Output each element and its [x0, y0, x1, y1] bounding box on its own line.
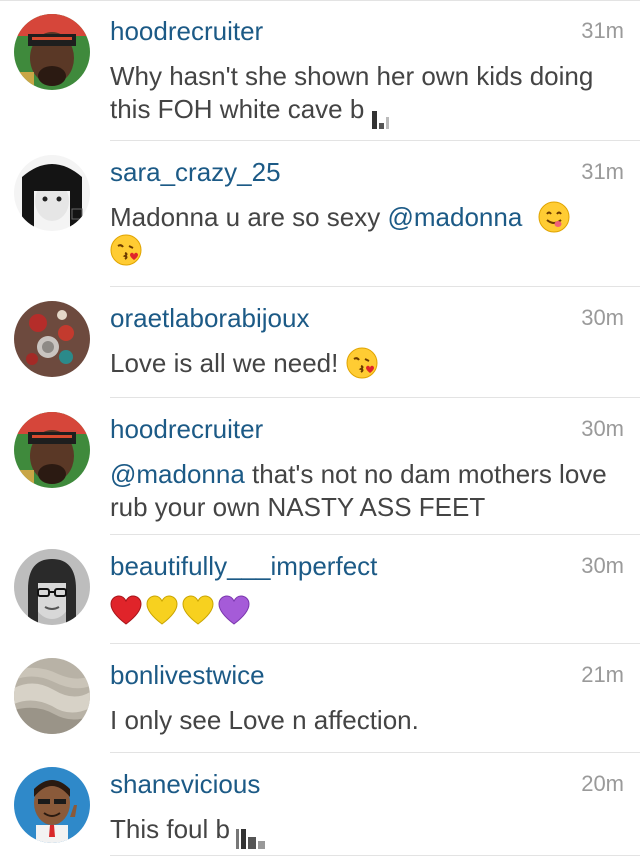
comment-item: shanevicious 20m This foul b	[0, 753, 640, 856]
timestamp: 31m	[581, 18, 624, 43]
comment-text: Love is all we need!	[110, 347, 620, 380]
comment-text: Why hasn't she shown her own kids doing …	[110, 60, 620, 129]
comment-text: Madonna u are so sexy @madonna	[110, 201, 620, 267]
avatar[interactable]	[14, 301, 90, 377]
yellow-heart-emoji	[146, 595, 178, 627]
comment-text	[110, 595, 620, 628]
username-link[interactable]: hoodrecruiter	[110, 412, 263, 446]
username-link[interactable]: sara_crazy_25	[110, 155, 281, 189]
comment-item: oraetlaborabijoux 30m Love is all we nee…	[0, 287, 640, 398]
comment-text: @madonna that's not no dam mothers love …	[110, 458, 620, 524]
comment-item: bonlivestwice 21m I only see Love n affe…	[0, 644, 640, 753]
comment-text: I only see Love n affection.	[110, 704, 620, 737]
username-link[interactable]: bonlivestwice	[110, 658, 265, 692]
avatar[interactable]	[14, 658, 90, 734]
avatar[interactable]	[14, 14, 90, 90]
username-link[interactable]: beautifully___imperfect	[110, 549, 377, 583]
username-link[interactable]: shanevicious	[110, 767, 260, 801]
comment-body: Why hasn't she shown her own kids doing …	[110, 61, 594, 124]
timestamp: 30m	[581, 553, 624, 578]
timestamp: 21m	[581, 662, 624, 687]
comment-body: Madonna u are so sexy	[110, 202, 388, 232]
comment-body: I only see Love n affection.	[110, 705, 419, 735]
avatar[interactable]	[14, 767, 90, 843]
avatar[interactable]	[14, 549, 90, 625]
username-link[interactable]: oraetlaborabijoux	[110, 301, 309, 335]
username-link[interactable]: hoodrecruiter	[110, 14, 263, 48]
comment-item: hoodrecruiter 30m @madonna that's not no…	[0, 398, 640, 535]
red-heart-emoji	[110, 595, 142, 627]
kiss-face-emoji	[346, 347, 378, 379]
timestamp: 20m	[581, 771, 624, 796]
comment-text: This foul b	[110, 813, 620, 849]
purple-heart-emoji	[218, 595, 250, 627]
mention-link[interactable]: @madonna	[388, 202, 523, 232]
comment-body: This foul b	[110, 814, 230, 844]
avatar[interactable]	[14, 155, 90, 231]
comment-item: beautifully___imperfect 30m	[0, 535, 640, 644]
censored-pixels	[372, 96, 391, 129]
censored-pixels	[235, 816, 267, 849]
comment-item: hoodrecruiter 31m Why hasn't she shown h…	[0, 0, 640, 141]
comment-item: sara_crazy_25 31m Madonna u are so sexy …	[0, 141, 640, 287]
timestamp: 30m	[581, 305, 624, 330]
avatar[interactable]	[14, 412, 90, 488]
mention-link[interactable]: @madonna	[110, 459, 245, 489]
timestamp: 31m	[581, 159, 624, 184]
yellow-heart-emoji	[182, 595, 214, 627]
kiss-face-emoji	[110, 234, 142, 266]
comment-body: Love is all we need!	[110, 348, 346, 378]
timestamp: 30m	[581, 416, 624, 441]
yum-face-emoji	[538, 201, 570, 233]
